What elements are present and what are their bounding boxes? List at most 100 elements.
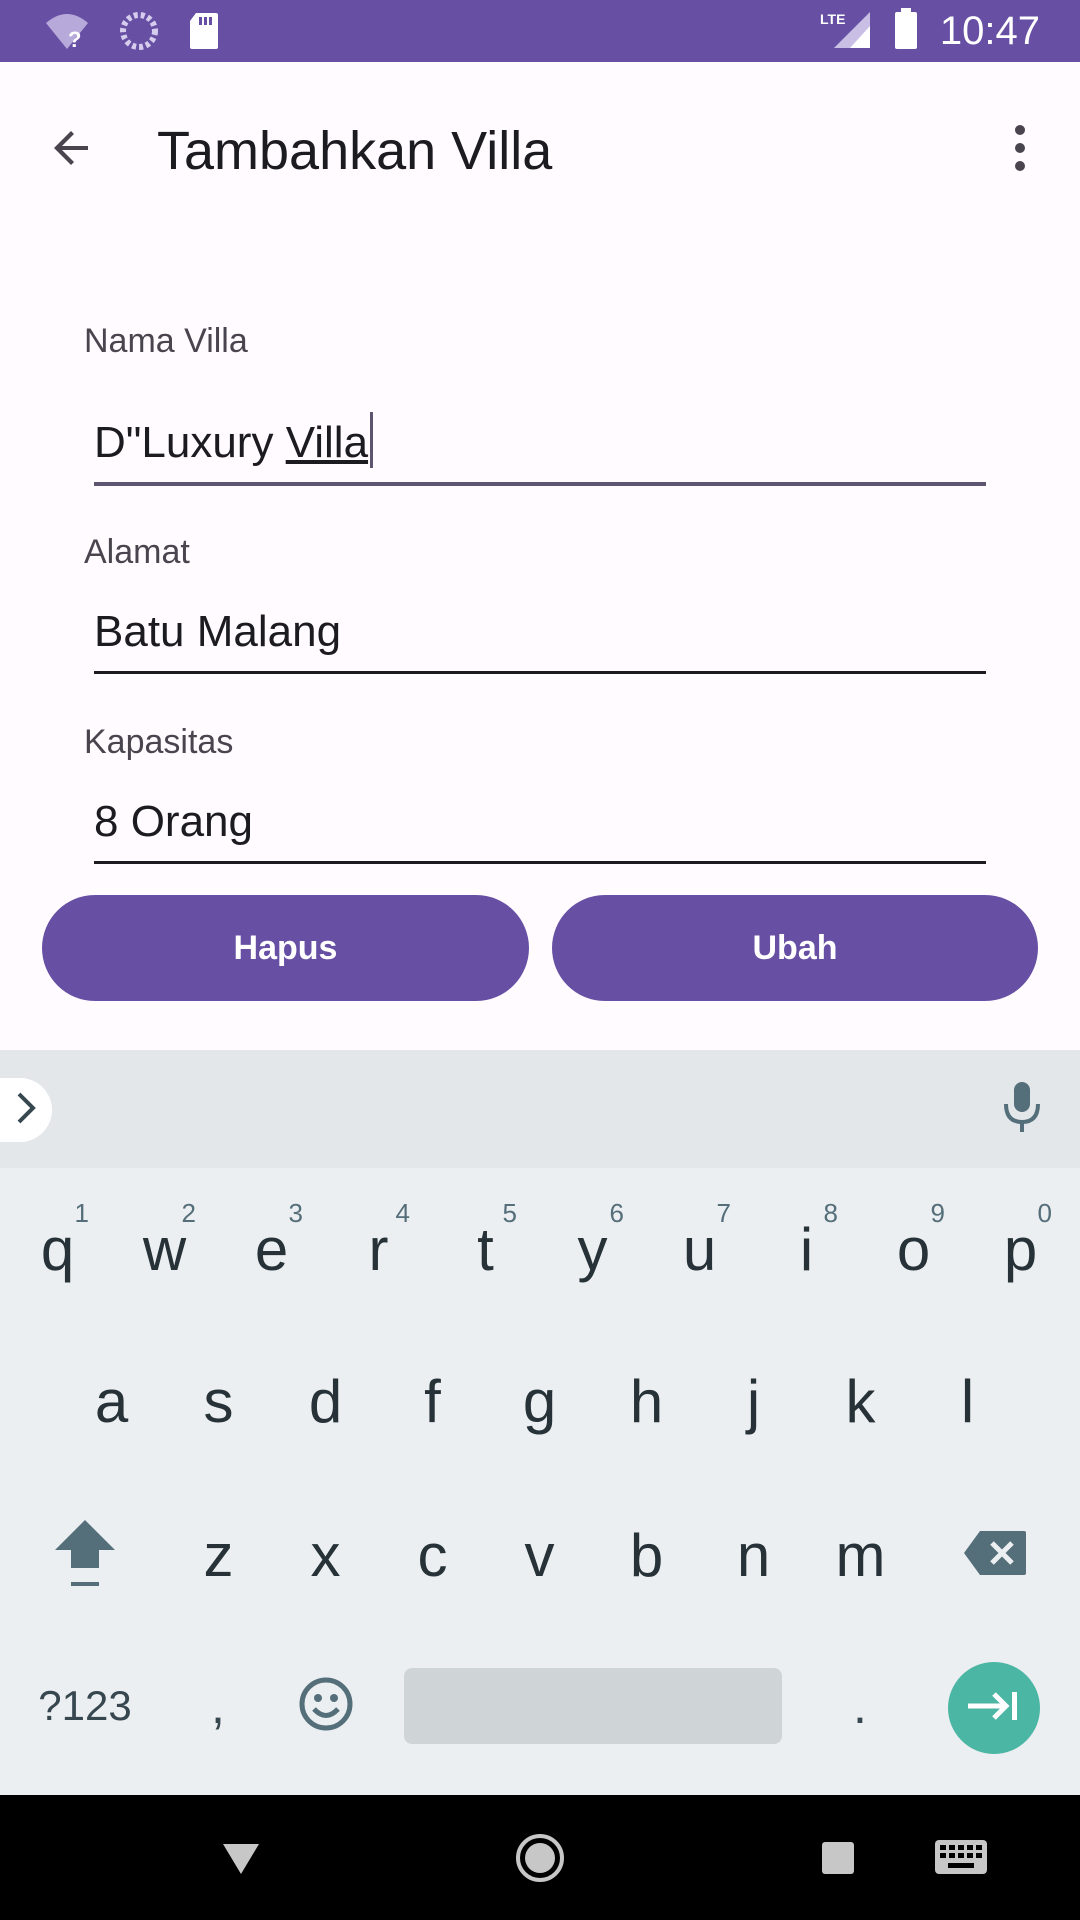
key-g[interactable]: g [486,1326,593,1476]
key-w[interactable]: 2w [111,1170,218,1320]
key-q[interactable]: 1q [4,1170,111,1320]
key-l[interactable]: l [914,1326,1021,1476]
status-time: 10:47 [939,9,1040,53]
alamat-input[interactable]: Batu Malang [94,602,986,674]
app-bar: Tambahkan Villa [0,62,1080,232]
nama-villa-label: Nama Villa [84,322,248,360]
key-r[interactable]: 4r [325,1170,432,1320]
backspace-icon [962,1529,1028,1582]
key-z[interactable]: z [165,1480,272,1630]
key-p[interactable]: 0p [967,1170,1074,1320]
backspace-key[interactable] [940,1480,1050,1630]
kapasitas-input[interactable]: 8 Orang [94,792,986,864]
key-hint: 4 [395,1198,410,1228]
key-h[interactable]: h [593,1326,700,1476]
key-hint: 1 [74,1198,89,1228]
status-bar: ? LTE 10:47 [0,0,1080,62]
svg-text:?: ? [68,27,81,51]
arrow-back-icon [48,124,96,177]
key-u[interactable]: 7u [646,1170,753,1320]
key-t[interactable]: 5t [432,1170,539,1320]
nama-villa-input[interactable]: D"Luxury Villa [94,412,986,486]
key-hint: 0 [1037,1198,1052,1228]
text-cursor [370,412,374,468]
nav-recents-button[interactable] [803,1825,873,1895]
key-label: u [682,1215,717,1283]
emoji-key[interactable] [276,1656,376,1756]
key-y[interactable]: 6y [539,1170,646,1320]
key-k[interactable]: k [807,1326,914,1476]
shift-icon [53,1516,117,1595]
key-b[interactable]: b [593,1480,700,1630]
nama-villa-value-composing: Villa [285,418,369,467]
nav-home-button[interactable] [505,1825,575,1895]
status-left-icons: ? [44,10,220,57]
hapus-button[interactable]: Hapus [42,895,529,1001]
key-d[interactable]: d [272,1326,379,1476]
screen: ? LTE 10:47 Tambahkan Villa Nama Villa D… [0,0,1080,1920]
emoji-icon [298,1676,354,1737]
ubah-button[interactable]: Ubah [552,895,1038,1001]
sync-icon [118,10,160,57]
key-i[interactable]: 8i [753,1170,860,1320]
key-label: w [142,1215,187,1283]
symbols-key[interactable]: ?123 [20,1656,150,1756]
next-field-icon [966,1688,1022,1729]
key-hint: 5 [502,1198,517,1228]
square-icon [820,1840,856,1881]
sd-card-icon [188,11,220,56]
space-key[interactable] [404,1668,782,1744]
key-hint: 3 [288,1198,303,1228]
key-label: i [799,1215,814,1283]
keyboard-icon [934,1839,988,1882]
key-c[interactable]: c [379,1480,486,1630]
key-hint: 9 [930,1198,945,1228]
key-j[interactable]: j [700,1326,807,1476]
key-label: q [40,1215,75,1283]
lte-signal-icon: LTE [820,8,872,55]
home-circle-icon [514,1832,566,1889]
key-hint: 8 [823,1198,838,1228]
svg-text:LTE: LTE [820,11,845,27]
key-x[interactable]: x [272,1480,379,1630]
nav-back-button[interactable] [206,1825,276,1895]
key-f[interactable]: f [379,1326,486,1476]
battery-icon [894,7,918,55]
chevron-right-icon [13,1090,39,1131]
key-v[interactable]: v [486,1480,593,1630]
keyboard-expand-button[interactable] [0,1078,52,1142]
back-button[interactable] [36,114,108,186]
page-title: Tambahkan Villa [157,121,553,181]
key-label: t [477,1215,494,1283]
period-key[interactable]: . [810,1656,910,1756]
nama-villa-value-prefix: D"Luxury [94,418,286,467]
key-n[interactable]: n [700,1480,807,1630]
key-a[interactable]: a [58,1326,165,1476]
status-right-icons: LTE 10:47 [820,6,1040,56]
keyboard-switch-button[interactable] [925,1825,997,1895]
key-label: o [896,1215,931,1283]
voice-input-button[interactable] [992,1080,1052,1140]
navigation-bar [0,1795,1080,1920]
key-hint: 6 [609,1198,624,1228]
key-s[interactable]: s [165,1326,272,1476]
key-e[interactable]: 3e [218,1170,325,1320]
more-options-button[interactable] [984,114,1056,186]
key-label: y [577,1215,608,1283]
shift-key[interactable] [30,1480,140,1630]
more-vert-icon [1010,124,1030,177]
enter-key[interactable] [948,1662,1040,1754]
key-label: r [368,1215,389,1283]
wifi-unknown-icon: ? [44,11,90,56]
key-hint: 7 [716,1198,731,1228]
soft-keyboard: 1q 2w 3e 4r 5t 6y 7u 8i 9o 0p a s d f g … [0,1050,1080,1795]
mic-icon [1002,1080,1042,1141]
comma-key[interactable]: , [168,1656,268,1756]
suggestion-strip [0,1050,1080,1168]
alamat-label: Alamat [84,533,190,571]
key-label: p [1003,1215,1038,1283]
key-m[interactable]: m [807,1480,914,1630]
key-o[interactable]: 9o [860,1170,967,1320]
triangle-down-icon [219,1838,263,1883]
key-label: e [254,1215,289,1283]
